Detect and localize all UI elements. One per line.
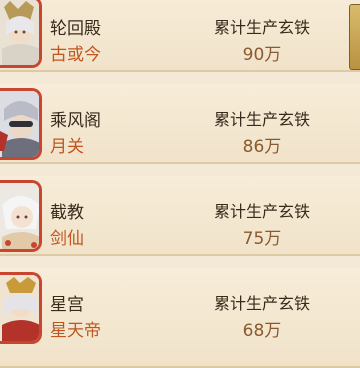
stat-value: 75万 [242,229,282,249]
ranking-row[interactable]: 乘风阁 月关 累计生产玄铁 86万 [0,84,360,164]
leader-name[interactable]: 剑仙 [50,224,84,249]
stat-value: 68万 [242,321,282,341]
ranking-row[interactable]: 轮回殿 古或今 累计生产玄铁 90万 [0,0,360,72]
stat-label: 累计生产玄铁 [213,202,310,221]
guild-name: 星宫 [50,295,84,315]
character-portrait-icon[interactable] [0,180,42,252]
stat-label: 累计生产玄铁 [213,110,310,129]
character-portrait-icon[interactable] [0,0,42,68]
stat-value: 90万 [242,45,282,65]
character-portrait-icon[interactable] [0,272,42,344]
stat-label: 累计生产玄铁 [213,18,310,37]
leader-name[interactable]: 月关 [50,132,84,157]
side-tab[interactable] [349,4,360,70]
character-portrait-icon[interactable] [0,88,42,160]
guild-name: 轮回殿 [50,19,101,39]
guild-name: 截教 [50,203,84,223]
ranking-list: 轮回殿 古或今 累计生产玄铁 90万 乘风阁 月关 累计生产玄铁 86万 截教 … [0,0,360,368]
stat-label: 累计生产玄铁 [213,294,310,313]
ranking-row[interactable]: 星宫 星天帝 累计生产玄铁 68万 [0,268,360,368]
leader-name[interactable]: 星天帝 [50,316,101,341]
ranking-row[interactable]: 截教 剑仙 累计生产玄铁 75万 [0,176,360,256]
stat-value: 86万 [242,137,282,157]
guild-name: 乘风阁 [50,111,101,131]
leader-name[interactable]: 古或今 [50,40,101,65]
